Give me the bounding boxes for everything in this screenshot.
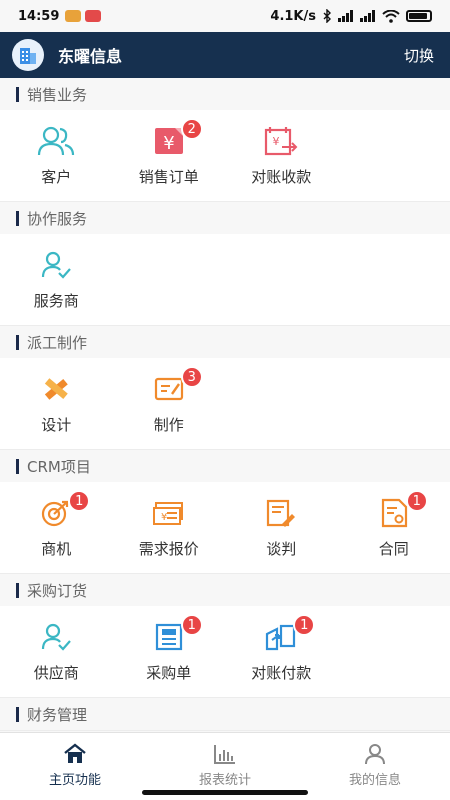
signal-icon xyxy=(360,10,375,22)
section-header: 协作服务 xyxy=(0,202,450,234)
app-header: 东曜信息 切换 xyxy=(0,32,450,78)
menu-item-production[interactable]: 3 制作 xyxy=(113,358,226,449)
tab-label: 报表统计 xyxy=(198,773,251,788)
menu-item-label: 供应商 xyxy=(33,664,79,682)
bar-chart-icon xyxy=(214,745,235,764)
purchase-order-icon xyxy=(155,623,182,651)
notification-badge: 3 xyxy=(180,366,203,388)
menu-item-label: 设计 xyxy=(41,416,72,434)
menu-item-customers[interactable]: 客户 xyxy=(0,110,113,201)
tab-label: 我的信息 xyxy=(348,773,401,788)
notification-badge: 1 xyxy=(405,490,428,512)
section-title: 派工制作 xyxy=(27,333,88,352)
svg-text:¥: ¥ xyxy=(161,512,167,523)
tab-home[interactable]: 主页功能 xyxy=(0,733,150,800)
menu-item-label: 销售订单 xyxy=(138,168,199,186)
function-list[interactable]: 销售业务 客户 ¥2 销售订单 ¥ 对账收款 协作服务 服务商 派工制作 设计 … xyxy=(0,78,450,732)
signal-icon xyxy=(338,10,353,22)
page-title: 东曜信息 xyxy=(58,47,123,66)
section-title: 采购订货 xyxy=(27,581,88,600)
menu-item-label: 对账收款 xyxy=(251,168,312,186)
svg-text:¥: ¥ xyxy=(163,133,174,154)
menu-item-quote[interactable]: ¥ 需求报价 xyxy=(113,482,226,573)
supplier-icon xyxy=(42,623,72,651)
section-purchase: 采购订货 供应商 1 采购单 1 对账付款 xyxy=(0,574,450,698)
menu-item-contract[interactable]: 1 合同 xyxy=(338,482,450,573)
switch-button[interactable]: 切换 xyxy=(404,45,434,66)
menu-item-opportunity[interactable]: 1 商机 xyxy=(0,482,113,573)
menu-item-label: 对账付款 xyxy=(251,664,312,682)
reconcile-receipt-icon: ¥ xyxy=(265,127,298,156)
menu-item-label: 商机 xyxy=(41,540,72,558)
status-time: 14:59 xyxy=(18,8,60,24)
section-sales: 销售业务 客户 ¥2 销售订单 ¥ 对账收款 xyxy=(0,78,450,202)
section-marker xyxy=(16,334,19,350)
section-header: 财务管理 xyxy=(0,698,450,730)
notification-icon xyxy=(65,10,82,22)
bluetooth-icon xyxy=(323,9,331,23)
quote-icon: ¥ xyxy=(152,502,183,525)
menu-item-label: 采购单 xyxy=(146,664,192,682)
section-marker xyxy=(16,210,19,226)
tab-label: 主页功能 xyxy=(48,773,101,788)
section-title: 销售业务 xyxy=(27,85,88,104)
section-marker xyxy=(16,706,19,722)
customers-icon xyxy=(38,126,75,156)
notification-badge: 1 xyxy=(180,614,203,636)
menu-item-label: 合同 xyxy=(378,540,409,558)
menu-item-label: 谈判 xyxy=(266,540,297,558)
contract-icon xyxy=(381,498,407,528)
menu-item-label: 客户 xyxy=(41,168,72,186)
section-marker xyxy=(16,458,19,474)
menu-item-label: 制作 xyxy=(153,416,184,434)
menu-item-supplier[interactable]: 供应商 xyxy=(0,606,113,697)
menu-item-reconcile-payment[interactable]: 1 对账付款 xyxy=(225,606,338,697)
menu-item-negotiation[interactable]: 谈判 xyxy=(225,482,338,573)
status-bar: 14:59 4.1K/s xyxy=(0,0,450,32)
svg-text:¥: ¥ xyxy=(273,135,280,148)
notification-badge: 1 xyxy=(293,614,316,636)
negotiation-icon xyxy=(267,499,296,527)
battery-icon xyxy=(406,10,432,22)
user-icon xyxy=(365,744,385,765)
section-title: 财务管理 xyxy=(27,705,88,724)
section-header: 销售业务 xyxy=(0,78,450,110)
notification-badge: 2 xyxy=(180,118,203,140)
menu-item-sales-order[interactable]: ¥2 销售订单 xyxy=(113,110,226,201)
section-marker xyxy=(16,86,19,102)
home-indicator xyxy=(142,790,308,795)
production-icon xyxy=(154,377,183,401)
service-provider-icon xyxy=(42,251,72,279)
home-icon xyxy=(64,743,86,763)
section-cooperation: 协作服务 服务商 xyxy=(0,202,450,326)
section-finance: 财务管理 xyxy=(0,698,450,731)
tab-profile[interactable]: 我的信息 xyxy=(300,733,450,800)
notification-icon xyxy=(85,10,102,22)
menu-item-purchase-order[interactable]: 1 采购单 xyxy=(113,606,226,697)
design-icon xyxy=(45,378,69,400)
section-marker xyxy=(16,582,19,598)
network-speed: 4.1K/s xyxy=(270,8,316,24)
menu-item-reconcile-receipt[interactable]: ¥ 对账收款 xyxy=(225,110,338,201)
section-title: 协作服务 xyxy=(27,209,88,228)
menu-item-design[interactable]: 设计 xyxy=(0,358,113,449)
section-crm: CRM项目 1 商机 ¥ 需求报价 谈判 1 合同 xyxy=(0,450,450,574)
section-dispatch: 派工制作 设计 3 制作 xyxy=(0,326,450,450)
section-header: CRM项目 xyxy=(0,450,450,482)
wifi-icon xyxy=(382,9,400,23)
menu-item-label: 需求报价 xyxy=(138,540,199,558)
app-logo-icon xyxy=(12,39,44,71)
section-title: CRM项目 xyxy=(27,457,91,476)
menu-item-service-provider[interactable]: 服务商 xyxy=(0,234,113,325)
section-header: 采购订货 xyxy=(0,574,450,606)
menu-item-label: 服务商 xyxy=(33,292,79,310)
section-header: 派工制作 xyxy=(0,326,450,358)
notification-badge: 1 xyxy=(68,490,91,512)
